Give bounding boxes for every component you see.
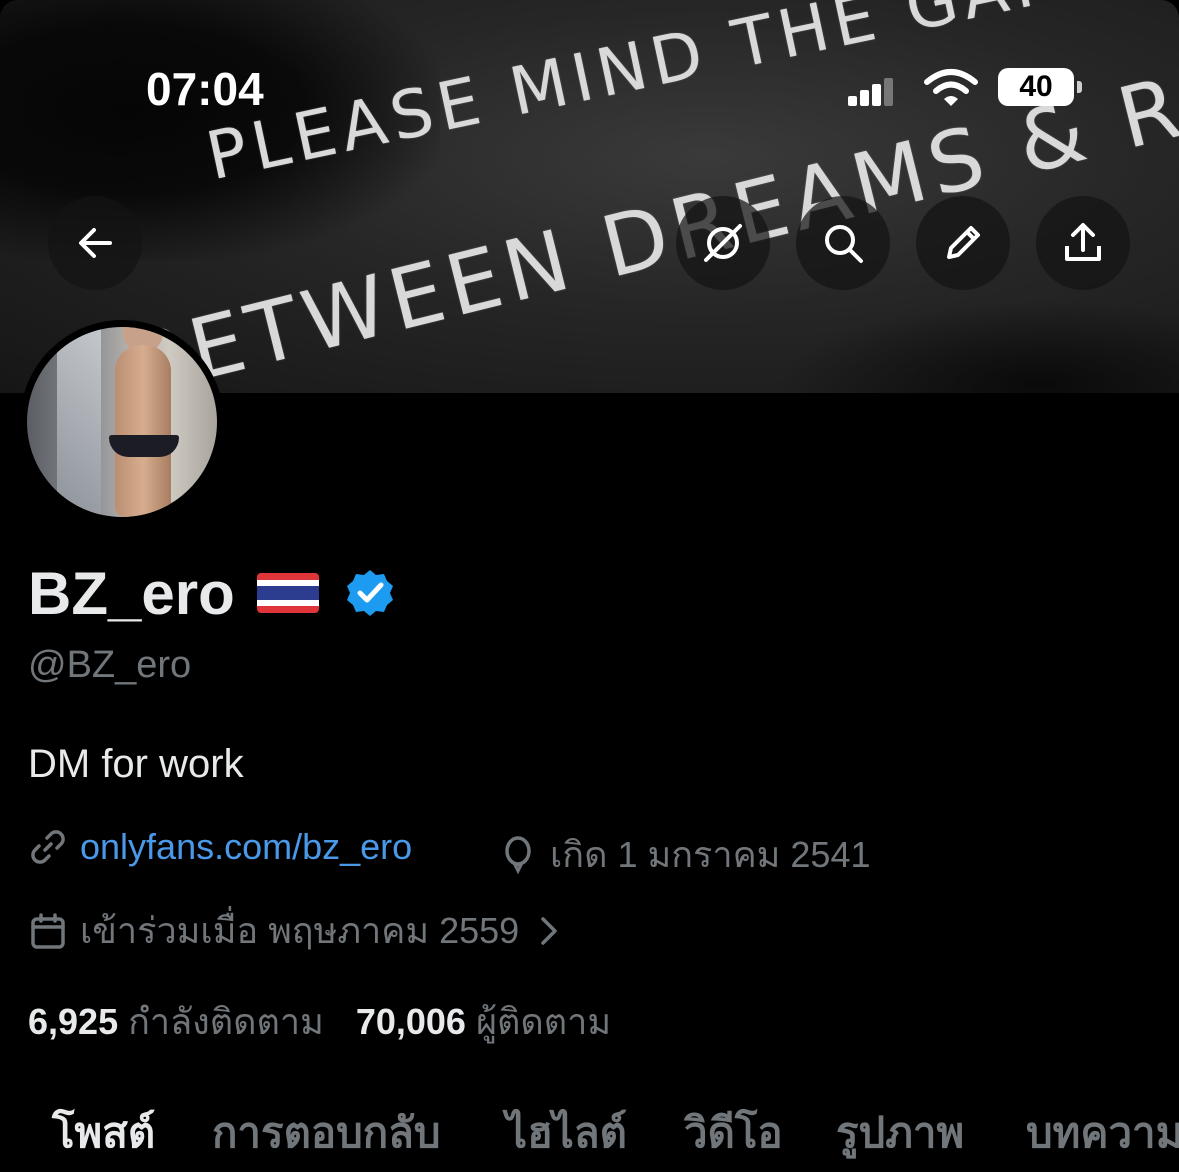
profile-tabs: โพสต์ การตอบกลับ ไฮไลต์ วิดีโอ รูปภาพ บท… [0,1100,1179,1172]
edit-pencil-icon [947,226,980,259]
display-name: BZ_ero [28,559,235,627]
battery-indicator: 40 [998,68,1082,106]
tab-replies[interactable]: การตอบกลับ [212,1100,441,1166]
edit-button[interactable] [916,196,1010,290]
tab-highlights[interactable]: ไฮไลต์ [506,1100,627,1166]
search-button[interactable] [796,196,890,290]
verified-badge-icon[interactable] [345,568,395,618]
profile-link-text[interactable]: onlyfans.com/bz_ero [80,826,412,868]
back-arrow-icon [79,228,112,258]
banner-edge [780,300,1179,393]
link-icon [31,830,65,864]
thai-flag-icon [256,573,319,613]
cellular-signal-icon [848,78,894,106]
tab-articles[interactable]: บทความ [1026,1100,1179,1166]
profile-birthday: เกิด 1 มกราคม 2541 [498,826,870,883]
calendar-icon [31,912,65,949]
following-link[interactable]: 6,925 กำลังติดตาม [28,993,324,1050]
wifi-icon [924,69,978,106]
tab-posts[interactable]: โพสต์ [52,1100,155,1166]
search-icon [825,225,863,263]
joined-text: เข้าร่วมเมื่อ พฤษภาคม 2559 [80,910,520,951]
following-label: กำลังติดตาม [128,1001,324,1042]
profile-banner[interactable]: PLEASE MIND THE GAP BETWEEN DREAMS & REA… [0,0,1179,393]
follow-counts: 6,925 กำลังติดตาม 70,006 ผู้ติดตาม [28,993,611,1050]
grok-icon [704,224,742,262]
status-time: 07:04 [146,63,264,115]
profile-bio: DM for work [28,742,244,786]
tab-videos[interactable]: วิดีโอ [684,1100,783,1166]
share-icon [1065,223,1101,261]
grok-button[interactable] [676,196,770,290]
profile-name-row: BZ_ero [28,558,395,628]
followers-label: ผู้ติดตาม [475,1001,612,1042]
birthday-text: เกิด 1 มกราคม 2541 [550,834,871,875]
tab-photos[interactable]: รูปภาพ [836,1100,964,1166]
share-button[interactable] [1036,196,1130,290]
balloon-icon [505,835,531,874]
profile-link[interactable]: onlyfans.com/bz_ero [28,826,412,868]
followers-count: 70,006 [355,1001,466,1042]
profile-joined[interactable]: เข้าร่วมเมื่อ พฤษภาคม 2559 [28,902,569,959]
avatar[interactable] [27,327,217,517]
back-button[interactable] [48,196,142,290]
followers-link[interactable]: 70,006 ผู้ติดตาม [356,993,611,1050]
following-count: 6,925 [28,1001,119,1042]
chevron-right-icon [541,916,557,945]
profile-handle: @BZ_ero [28,644,192,686]
